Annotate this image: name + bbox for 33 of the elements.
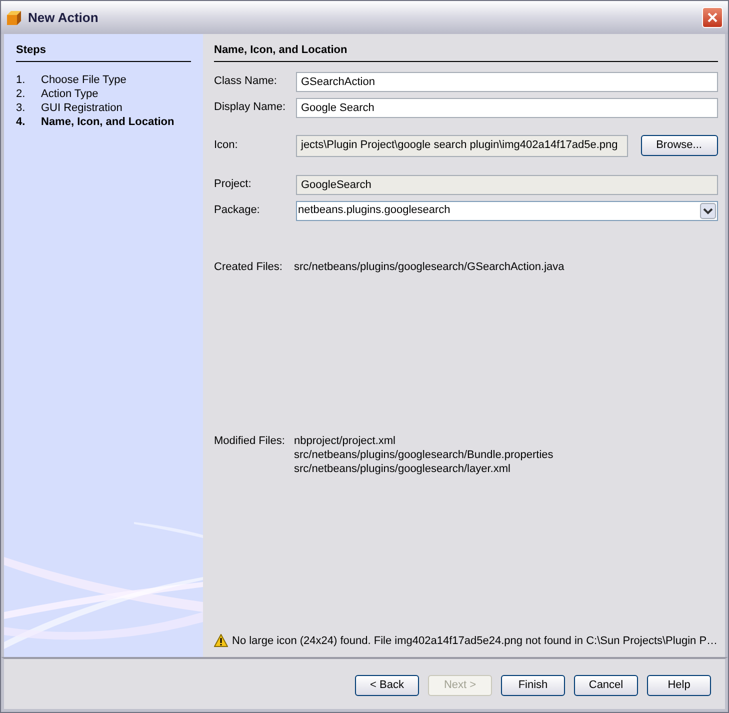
- field-label: Icon:: [214, 138, 239, 154]
- text-field[interactable]: GoogleSearch: [296, 174, 718, 194]
- warning-message: No large icon (24x24) found. File img402a14f17ad5e24.png not found in C:\Sun Projects\Plugin P…: [232, 634, 718, 648]
- step-item: 3. GUI Registration: [16, 102, 124, 116]
- file-path: src/netbeans/plugins/googlesearch/layer.xml: [294, 462, 512, 475]
- field-label: Created Files:: [214, 260, 284, 274]
- dialog-button[interactable]: < Back: [355, 674, 419, 696]
- file-path: nbproject/project.xml: [294, 434, 396, 447]
- field-label: Display Name:: [214, 100, 287, 116]
- package-combobox[interactable]: netbeans.plugins.googlesearch: [296, 200, 718, 220]
- dialog-button[interactable]: Finish: [501, 674, 565, 696]
- browse-button[interactable]: Browse...: [640, 135, 718, 156]
- field-label: Class Name:: [214, 74, 278, 90]
- file-path: src/netbeans/plugins/googlesearch/GSearchAction.java: [294, 260, 564, 272]
- field-label: Package:: [214, 203, 261, 218]
- dialog-button[interactable]: Cancel: [574, 674, 638, 696]
- icon-path-field[interactable]: jects\Plugin Project\google search plugin\img402a14f17ad5e.png: [296, 134, 628, 156]
- field-label: Modified Files:: [214, 434, 286, 449]
- text-field[interactable]: GSearchAction: [296, 72, 718, 92]
- file-path: src/netbeans/plugins/googlesearch/Bundle.properties: [294, 448, 554, 461]
- step-item: 2. Action Type: [16, 88, 100, 102]
- app-icon: [6, 10, 22, 26]
- field-label: Project:: [214, 177, 252, 192]
- text-field[interactable]: Google Search: [296, 98, 718, 118]
- close-icon: [707, 12, 718, 23]
- steps-heading: Steps: [16, 42, 191, 62]
- step-item: 1. Choose File Type: [16, 74, 128, 88]
- warning-icon: [214, 634, 228, 648]
- step-item: 4. Name, Icon, and Location: [16, 116, 176, 130]
- dialog-button[interactable]: Help: [647, 674, 711, 696]
- window-title: New Action: [28, 8, 100, 27]
- section-heading: Name, Icon, and Location: [214, 42, 718, 62]
- close-button[interactable]: [702, 7, 723, 28]
